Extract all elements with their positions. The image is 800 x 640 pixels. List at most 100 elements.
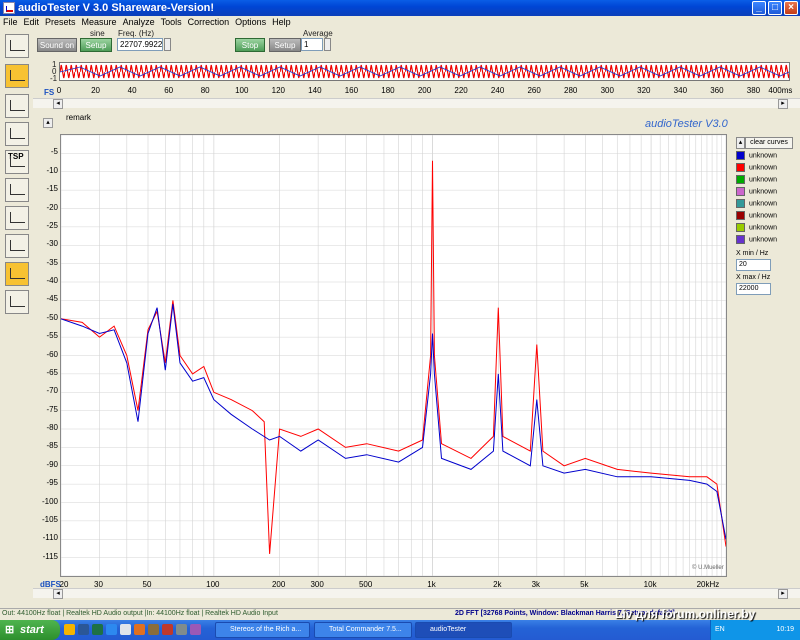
xmax-label: X max / Hz	[736, 274, 771, 281]
time-tick: 240	[490, 86, 505, 95]
signal-tool-icon[interactable]	[5, 64, 29, 88]
legend-label: unknown	[749, 200, 778, 208]
legend-swatch-icon[interactable]	[736, 199, 745, 208]
start-button[interactable]: start	[0, 620, 60, 640]
quicklaunch-firefox-icon[interactable]	[64, 624, 75, 635]
filter-tool-icon[interactable]	[5, 94, 29, 118]
menu-help[interactable]: Help	[269, 16, 294, 28]
y-tick-label: -45	[46, 294, 58, 304]
menu-options[interactable]: Options	[232, 16, 269, 28]
task-total-commander[interactable]: Total Commander 7.5...	[314, 622, 412, 638]
legend-item[interactable]: unknown	[736, 175, 777, 185]
legend-item[interactable]: unknown	[736, 235, 777, 245]
quicklaunch-app-icon[interactable]	[148, 624, 159, 635]
y-tick-label: -90	[46, 459, 58, 469]
legend-item[interactable]: unknown	[736, 223, 777, 233]
time-tick: 20	[91, 86, 100, 95]
legend-swatch-icon[interactable]	[736, 235, 745, 244]
quicklaunch-mail-icon[interactable]	[120, 624, 131, 635]
time-tick: 80	[200, 86, 210, 95]
time-tick: 60	[164, 86, 174, 95]
menu-tools[interactable]: Tools	[158, 16, 185, 28]
freq-input[interactable]: 22707.9922	[117, 38, 163, 51]
time-tick: 260	[527, 86, 541, 95]
legend-swatch-icon[interactable]	[736, 211, 745, 220]
time-scrollbar[interactable]: ◂ ▸	[33, 98, 800, 109]
fft-scroll-left-icon[interactable]: ◂	[53, 589, 63, 599]
wave-tool-icon[interactable]	[5, 262, 29, 286]
menu-measure[interactable]: Measure	[79, 16, 120, 28]
time-tick: 180	[381, 86, 395, 95]
task-browser[interactable]: Stereos of the Rich a...	[215, 622, 310, 638]
setup-analyzer-button[interactable]: Setup	[269, 38, 301, 52]
task-audiotester[interactable]: audioTester	[415, 622, 512, 638]
legend-swatch-icon[interactable]	[736, 175, 745, 184]
quicklaunch-media-icon[interactable]	[190, 624, 201, 635]
menu-analyze[interactable]: Analyze	[120, 16, 158, 28]
response-tool-icon[interactable]	[5, 178, 29, 202]
speaker2-tool-icon[interactable]	[5, 234, 29, 258]
quicklaunch-tool-icon[interactable]	[176, 624, 187, 635]
impedance-tool-icon[interactable]	[5, 206, 29, 230]
legend-item[interactable]: unknown	[736, 199, 777, 209]
y-tick-label: -75	[46, 404, 58, 414]
legend-item[interactable]: unknown	[736, 151, 777, 161]
time-domain-plot	[59, 62, 790, 81]
menu-correction[interactable]: Correction	[185, 16, 233, 28]
minimize-button[interactable]: _	[752, 1, 766, 15]
average-label: Average	[303, 29, 333, 38]
quicklaunch-opera-icon[interactable]	[162, 624, 173, 635]
language-indicator[interactable]: EN	[715, 620, 725, 640]
scope-tool-icon[interactable]	[5, 34, 29, 58]
xmax-input[interactable]: 22000	[736, 283, 771, 295]
remark-up-icon[interactable]: ▴	[43, 118, 53, 128]
clear-curves-button[interactable]: clear curves	[745, 137, 793, 149]
fft-scrollbar[interactable]: ◂ ▸	[33, 588, 800, 599]
menu-edit[interactable]: Edit	[21, 16, 43, 28]
time-tick: 380	[746, 86, 761, 95]
y-tick-label: -85	[46, 441, 58, 451]
legend-swatch-icon[interactable]	[736, 223, 745, 232]
window-title: audioTester V 3.0 Shareware-Version!	[18, 2, 215, 14]
version-label: audioTester V3.0	[645, 118, 728, 130]
legend-label: unknown	[749, 236, 778, 244]
status-io: Out: 44100Hz float | Realtek HD Audio ou…	[2, 610, 278, 617]
y-tick-label: -100	[41, 496, 58, 506]
legend-item[interactable]: unknown	[736, 187, 777, 197]
setup-generator-button[interactable]: Setup	[80, 38, 112, 52]
legend-item[interactable]: unknown	[736, 163, 777, 173]
quicklaunch-explorer-icon[interactable]	[106, 624, 117, 635]
scroll-left-icon[interactable]: ◂	[53, 99, 63, 109]
quicklaunch-warning-icon[interactable]	[134, 624, 145, 635]
legend-item[interactable]: unknown	[736, 211, 777, 221]
tsp-tool-icon[interactable]: TSP	[5, 150, 29, 174]
y-tick-label: -55	[46, 331, 58, 341]
average-input[interactable]: 1	[301, 38, 323, 51]
time-tick: 220	[454, 86, 468, 95]
series-line-0	[61, 160, 726, 554]
watermark: © U.Mueller	[692, 565, 724, 571]
stop-button[interactable]: Stop	[235, 38, 265, 52]
quicklaunch-excel-icon[interactable]	[92, 624, 103, 635]
scroll-right-icon[interactable]: ▸	[778, 99, 788, 109]
legend-swatch-icon[interactable]	[736, 151, 745, 160]
legend-swatch-icon[interactable]	[736, 187, 745, 196]
sound-on-button[interactable]: Sound on	[37, 38, 77, 52]
legend-up-icon[interactable]: ▴	[736, 137, 745, 149]
legend-swatch-icon[interactable]	[736, 163, 745, 172]
menu-file[interactable]: File	[0, 16, 21, 28]
freq-label: Freq. (Hz)	[118, 29, 154, 38]
menu-presets[interactable]: Presets	[42, 16, 79, 28]
maximize-button[interactable]: □	[768, 1, 782, 15]
quicklaunch-word-icon[interactable]	[78, 624, 89, 635]
xmin-input[interactable]: 20	[736, 259, 771, 271]
sine-tool-icon[interactable]	[5, 290, 29, 314]
clock: 10:19	[776, 626, 794, 633]
close-button[interactable]: ×	[784, 1, 798, 15]
average-spinner[interactable]	[324, 38, 331, 51]
fft-chart	[61, 135, 726, 576]
freq-spinner[interactable]	[164, 38, 171, 51]
xmin-label: X min / Hz	[736, 250, 769, 257]
fft-scroll-right-icon[interactable]: ▸	[778, 589, 788, 599]
speaker-tool-icon[interactable]	[5, 122, 29, 146]
